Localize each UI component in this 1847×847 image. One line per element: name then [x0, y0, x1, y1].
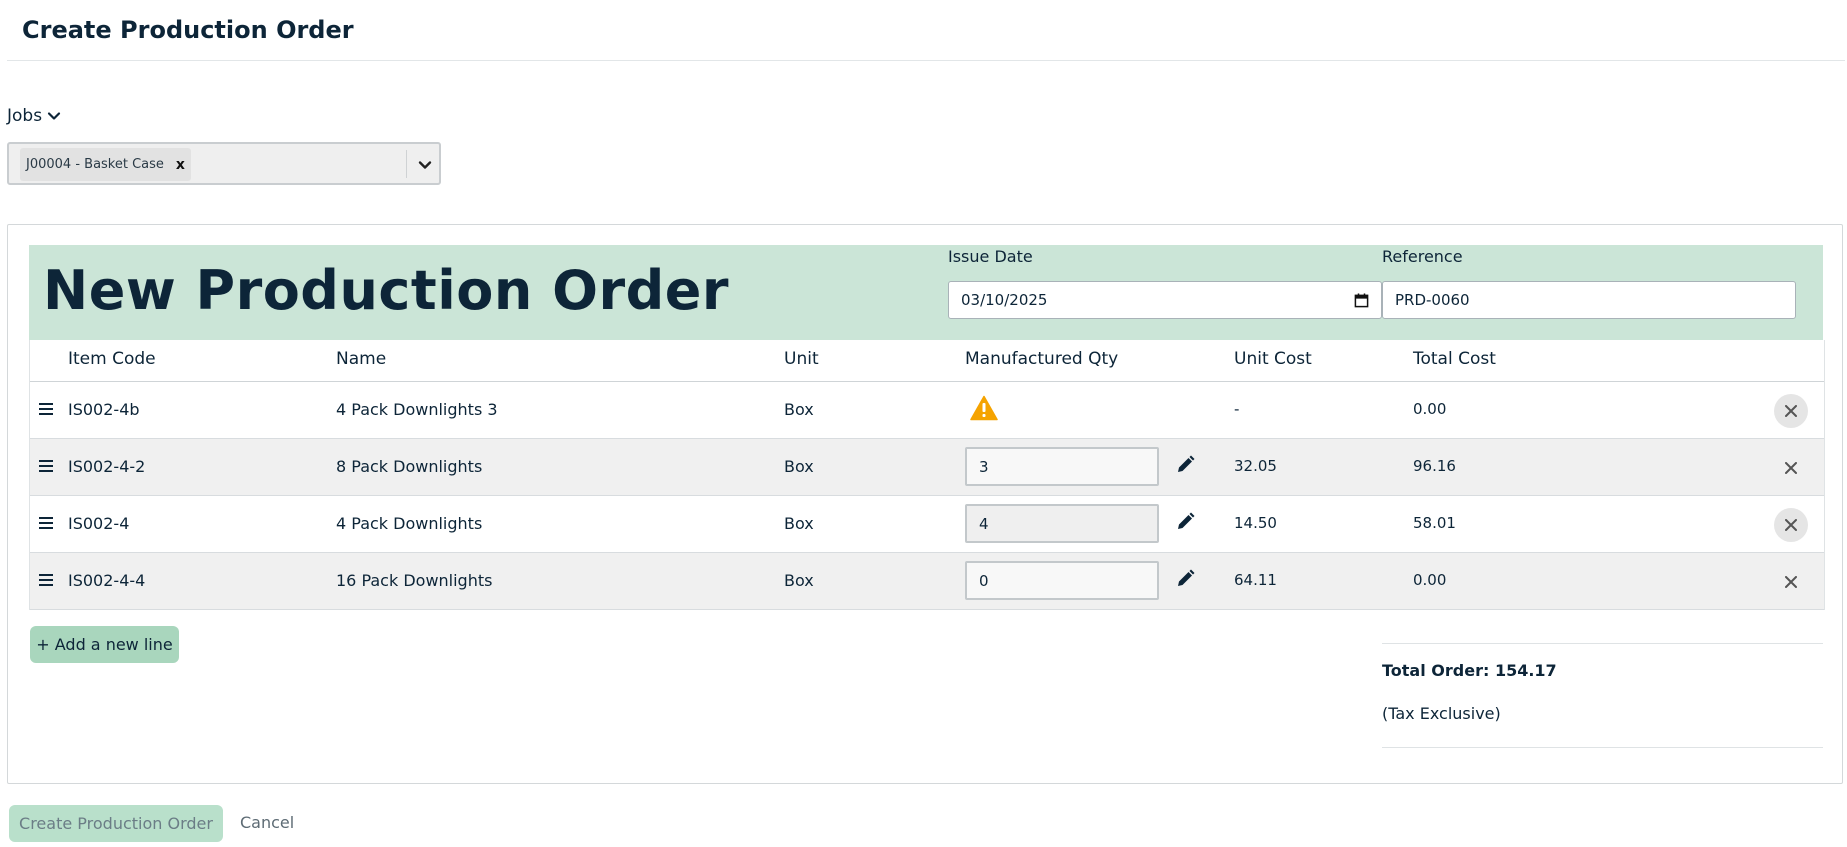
cancel-link[interactable]: Cancel [240, 813, 294, 832]
column-header-manufactured-qty: Manufactured Qty [965, 349, 1119, 369]
issue-date-value: 03/10/2025 [961, 291, 1048, 309]
qty-value: 0 [979, 571, 989, 590]
remove-line-button[interactable] [1774, 565, 1808, 599]
column-header-item-code: Item Code [68, 349, 156, 369]
warning-icon [970, 395, 998, 421]
remove-line-button[interactable] [1774, 508, 1808, 542]
jobs-label: Jobs [7, 106, 43, 126]
add-line-button[interactable]: + Add a new line [30, 626, 179, 663]
issue-date-label: Issue Date [948, 247, 1033, 266]
close-icon [1785, 519, 1797, 531]
reference-label: Reference [1382, 247, 1463, 266]
name-cell: 8 Pack Downlights [336, 457, 483, 476]
select-separator [406, 150, 407, 178]
reference-input[interactable]: PRD-0060 [1382, 281, 1796, 319]
unit-cost-cell: - [1234, 400, 1240, 418]
chevron-down-icon [47, 112, 61, 120]
job-chip-remove-button[interactable]: x [176, 157, 185, 173]
order-heading: New Production Order [43, 259, 730, 322]
jobs-toggle[interactable]: Jobs [7, 106, 62, 126]
drag-handle-icon[interactable] [39, 459, 53, 473]
totals-divider-bottom [1382, 747, 1823, 748]
manufactured-qty-input[interactable]: 3 [965, 447, 1159, 486]
manufactured-qty-input[interactable]: 4 [965, 504, 1159, 543]
item-code-cell: IS002-4b [68, 400, 140, 419]
name-cell: 4 Pack Downlights 3 [336, 400, 498, 419]
item-code-cell: IS002-4-4 [68, 571, 146, 590]
close-icon [1785, 462, 1797, 474]
column-header-total-cost: Total Cost [1413, 349, 1496, 369]
manufactured-qty-input[interactable]: 0 [965, 561, 1159, 600]
jobs-select[interactable]: J00004 - Basket Case x [7, 142, 441, 185]
chevron-down-icon[interactable] [416, 156, 434, 174]
totals-divider-top [1382, 643, 1823, 644]
table-row: IS002-4-4 16 Pack Downlights Box 0 64.11… [30, 553, 1824, 610]
total-cost-cell: 96.16 [1413, 457, 1456, 475]
unit-cell: Box [784, 571, 814, 590]
column-header-unit: Unit [784, 349, 819, 369]
qty-value: 3 [979, 457, 989, 476]
name-cell: 4 Pack Downlights [336, 514, 483, 533]
pencil-icon[interactable] [1175, 569, 1195, 589]
close-icon [1785, 405, 1797, 417]
drag-handle-icon[interactable] [39, 573, 53, 587]
create-production-order-button[interactable]: Create Production Order [9, 805, 223, 842]
unit-cell: Box [784, 514, 814, 533]
column-header-name: Name [336, 349, 387, 369]
total-order: Total Order: 154.17 [1382, 661, 1557, 680]
item-code-cell: IS002-4-2 [68, 457, 146, 476]
pencil-icon[interactable] [1175, 455, 1195, 475]
page-title: Create Production Order [22, 16, 354, 44]
total-cost-cell: 58.01 [1413, 514, 1456, 532]
tax-note: (Tax Exclusive) [1382, 704, 1501, 723]
unit-cell: Box [784, 400, 814, 419]
pencil-icon[interactable] [1175, 512, 1195, 532]
table-row: IS002-4b 4 Pack Downlights 3 Box - 0.00 [30, 382, 1824, 439]
qty-value: 4 [979, 514, 989, 533]
title-divider [7, 60, 1845, 61]
unit-cost-cell: 14.50 [1234, 514, 1277, 532]
unit-cost-cell: 64.11 [1234, 571, 1277, 589]
drag-handle-icon[interactable] [39, 402, 53, 416]
total-cost-cell: 0.00 [1413, 571, 1447, 589]
issue-date-input[interactable]: 03/10/2025 [948, 281, 1382, 319]
remove-line-button[interactable] [1774, 451, 1808, 485]
column-header-unit-cost: Unit Cost [1234, 349, 1312, 369]
reference-value: PRD-0060 [1395, 291, 1470, 309]
close-icon [1785, 576, 1797, 588]
job-chip-label: J00004 - Basket Case [26, 157, 164, 172]
item-code-cell: IS002-4 [68, 514, 130, 533]
total-cost-cell: 0.00 [1413, 400, 1447, 418]
table-header: Item Code Name Unit Manufactured Qty Uni… [30, 340, 1824, 382]
order-header: New Production Order Issue Date 03/10/20… [29, 245, 1823, 340]
calendar-icon[interactable] [1354, 293, 1369, 308]
table-row: IS002-4 4 Pack Downlights Box 4 14.50 58… [30, 496, 1824, 553]
unit-cell: Box [784, 457, 814, 476]
table-row: IS002-4-2 8 Pack Downlights Box 3 32.05 … [30, 439, 1824, 496]
order-panel: New Production Order Issue Date 03/10/20… [7, 224, 1843, 784]
order-lines-table: Item Code Name Unit Manufactured Qty Uni… [29, 340, 1825, 610]
drag-handle-icon[interactable] [39, 516, 53, 530]
unit-cost-cell: 32.05 [1234, 457, 1277, 475]
remove-line-button[interactable] [1774, 394, 1808, 428]
job-chip: J00004 - Basket Case x [20, 148, 191, 181]
name-cell: 16 Pack Downlights [336, 571, 493, 590]
